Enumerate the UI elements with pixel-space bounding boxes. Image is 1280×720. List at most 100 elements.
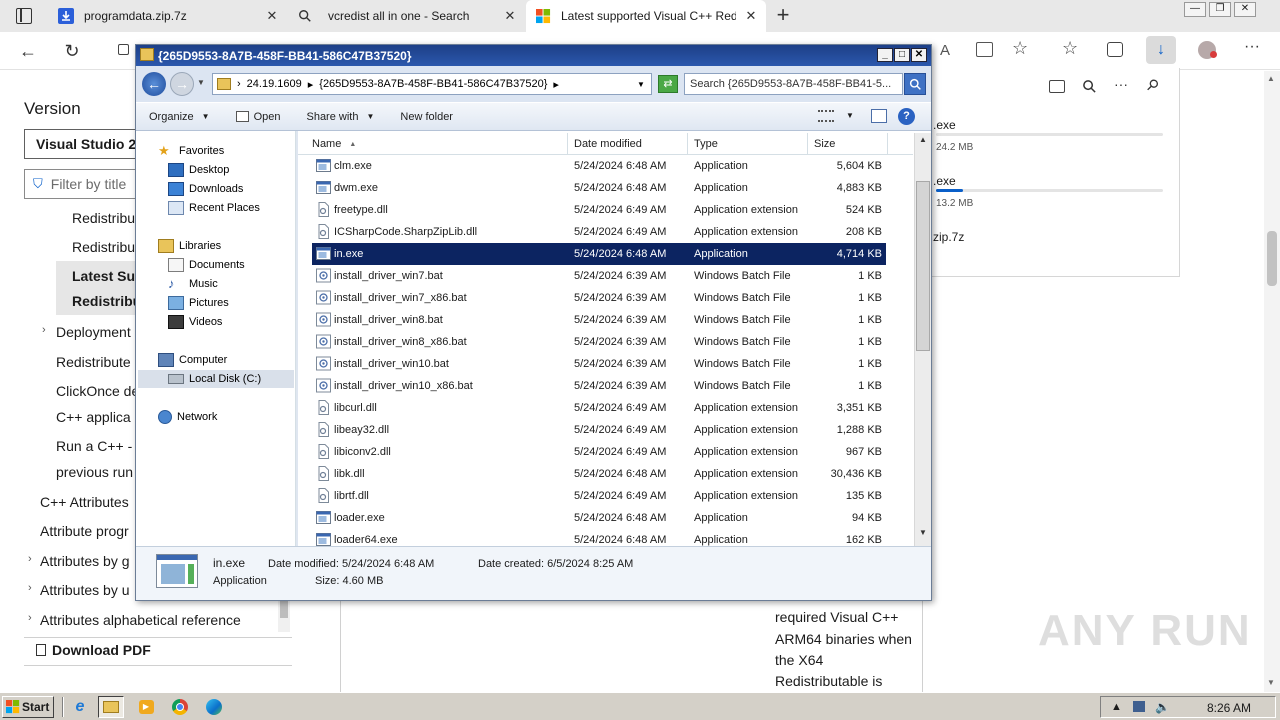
ie-icon[interactable]: e (67, 696, 93, 718)
search-downloads-icon[interactable] (1082, 79, 1097, 94)
tab-visual-cpp[interactable]: Latest supported Visual C++ Red ✕ (526, 0, 766, 32)
network-tray-icon[interactable] (1133, 701, 1145, 712)
toc-item-active[interactable]: Latest Sup (72, 268, 144, 284)
page-scrollbar[interactable]: ▲ ▼ (1264, 71, 1280, 692)
edge-icon[interactable] (201, 696, 227, 718)
column-name[interactable]: Name ▲ (306, 133, 568, 155)
scrollbar-thumb[interactable] (916, 181, 930, 351)
file-row[interactable]: ICSharpCode.SharpZipLib.dll 5/24/2024 6:4… (312, 221, 886, 243)
add-favorite-icon[interactable]: ☆ (1012, 38, 1028, 59)
nav-videos[interactable]: Videos (168, 313, 222, 331)
open-button[interactable]: Open (223, 111, 294, 123)
file-row[interactable]: loader.exe 5/24/2024 6:48 AM Application 94… (312, 507, 886, 529)
close-tab-icon[interactable]: ✕ (743, 8, 759, 24)
toc-item[interactable]: Attributes by u (40, 582, 130, 598)
file-row[interactable]: install_driver_win8_x86.bat 5/24/2024 6:3… (312, 331, 886, 353)
column-date-modified[interactable]: Date modified (568, 133, 688, 155)
toc-item[interactable]: Redistribute (56, 354, 131, 370)
file-row[interactable]: freetype.dll 5/24/2024 6:49 AM Application… (312, 199, 886, 221)
address-breadcrumb[interactable]: › 24.19.1609 ▸ {265D9553-8A7B-458F-BB41-… (212, 73, 652, 95)
column-type[interactable]: Type (688, 133, 808, 155)
back-button[interactable]: ← (14, 38, 42, 64)
toc-item[interactable]: Redistribu (72, 239, 135, 255)
breadcrumb-item[interactable]: 24.19.1609 (247, 78, 302, 90)
nav-network[interactable]: Network (158, 408, 217, 426)
help-icon[interactable]: ? (898, 108, 915, 125)
scroll-down-button[interactable]: ▼ (917, 528, 929, 542)
favorites-icon[interactable]: ☆ (1062, 38, 1078, 59)
more-icon[interactable]: ··· (1244, 38, 1260, 56)
nav-favorites[interactable]: ★ Favorites (158, 142, 224, 160)
organize-button[interactable]: Organize ▼ (136, 111, 223, 123)
file-row[interactable]: libeay32.dll 5/24/2024 6:49 AM Application… (312, 419, 886, 441)
file-row[interactable]: dwm.exe 5/24/2024 6:48 AM Application 4,883… (312, 177, 886, 199)
search-button[interactable] (904, 73, 926, 95)
toc-item[interactable]: C++ applica (56, 409, 131, 425)
page-scrollbar-down[interactable]: ▼ (1267, 678, 1275, 687)
tab-search[interactable]: vcredist all in one - Search ✕ (290, 0, 526, 32)
toc-item[interactable]: Run a C++ - (56, 438, 132, 454)
nav-pictures[interactable]: Pictures (168, 294, 229, 312)
tab-programdata[interactable]: programdata.zip.7z ✕ (0, 0, 290, 32)
file-row[interactable]: install_driver_win8.bat 5/24/2024 6:39 AM… (312, 309, 886, 331)
page-scrollbar-up[interactable]: ▲ (1267, 74, 1275, 83)
toc-item[interactable]: ClickOnce de (56, 383, 139, 399)
nav-desktop[interactable]: Desktop (168, 161, 229, 179)
view-dropdown-icon[interactable]: ▼ (846, 111, 854, 120)
explorer-folder-icon[interactable] (98, 696, 124, 718)
file-row[interactable]: libk.dll 5/24/2024 6:48 AM Application ext… (312, 463, 886, 485)
new-tab-button[interactable]: + (772, 2, 794, 28)
download-pdf-link[interactable]: Download PDF (36, 642, 151, 658)
file-row[interactable]: install_driver_win7.bat 5/24/2024 6:39 AM… (312, 265, 886, 287)
maximize-button[interactable]: □ (894, 48, 910, 62)
volume-icon[interactable]: 🔈 (1155, 700, 1170, 714)
scroll-up-button[interactable]: ▲ (917, 135, 929, 149)
refresh-button[interactable]: ↻ (58, 38, 86, 64)
nav-local-disk[interactable]: Local Disk (C:) (138, 370, 294, 388)
download-item-name[interactable]: zip.7z (933, 230, 964, 244)
toc-item[interactable]: C++ Attributes (40, 494, 129, 510)
start-button[interactable]: Start (2, 696, 54, 718)
nav-documents[interactable]: Documents (168, 256, 245, 274)
downloads-button[interactable]: ↓ (1146, 36, 1176, 64)
minimize-button[interactable]: _ (877, 48, 893, 62)
toc-item[interactable]: previous run (56, 464, 133, 480)
close-tab-icon[interactable]: ✕ (264, 8, 280, 24)
file-row[interactable]: librtf.dll 5/24/2024 6:49 AM Application e… (312, 485, 886, 507)
nav-downloads[interactable]: Downloads (168, 180, 243, 198)
close-button[interactable]: ✕ (911, 48, 927, 62)
new-folder-button[interactable]: New folder (387, 111, 466, 123)
page-scrollbar-thumb[interactable] (1267, 231, 1277, 286)
more-options-icon[interactable]: ··· (1114, 76, 1128, 92)
address-dropdown-icon[interactable]: ▼ (637, 80, 645, 89)
toc-scrollbar-thumb[interactable] (280, 600, 288, 618)
file-row[interactable]: install_driver_win10.bat 5/24/2024 6:39 A… (312, 353, 886, 375)
recent-pages-icon[interactable]: ▼ (197, 78, 205, 87)
forward-button[interactable]: → (170, 72, 194, 96)
profile-button[interactable] (1198, 41, 1217, 59)
minimize-button[interactable]: — (1184, 2, 1206, 17)
refresh-button[interactable]: ⇄ (658, 75, 678, 93)
preview-pane-icon[interactable] (871, 109, 887, 123)
toc-item[interactable]: Attribute progr (40, 523, 129, 539)
close-tab-icon[interactable]: ✕ (502, 8, 518, 24)
open-folder-icon[interactable] (1049, 80, 1065, 93)
collections-icon[interactable] (1107, 42, 1123, 57)
restore-button[interactable]: ❐ (1209, 2, 1231, 17)
column-size[interactable]: Size (808, 133, 888, 155)
view-options-icon[interactable] (818, 110, 834, 122)
toc-scrollbar[interactable] (278, 600, 290, 632)
file-list-scrollbar[interactable]: ▲ ▼ (914, 133, 931, 546)
breadcrumb-item[interactable]: {265D9553-8A7B-458F-BB41-586C47B37520} (319, 78, 547, 90)
nav-computer[interactable]: Computer (158, 351, 227, 369)
nav-music[interactable]: ♪ Music (168, 275, 218, 293)
toc-item[interactable]: Redistribu (72, 210, 135, 226)
notification-icon[interactable]: ▲ (1111, 701, 1122, 713)
file-row[interactable]: libiconv2.dll 5/24/2024 6:49 AM Applicatio… (312, 441, 886, 463)
file-row[interactable]: libcurl.dll 5/24/2024 6:49 AM Application … (312, 397, 886, 419)
toc-item-active[interactable]: Redistribu (72, 293, 141, 309)
toc-item[interactable]: Deployment (56, 324, 131, 340)
back-button[interactable]: ← (142, 72, 166, 96)
chrome-icon[interactable] (167, 696, 193, 718)
pin-icon[interactable]: ⚲ (1142, 75, 1163, 95)
